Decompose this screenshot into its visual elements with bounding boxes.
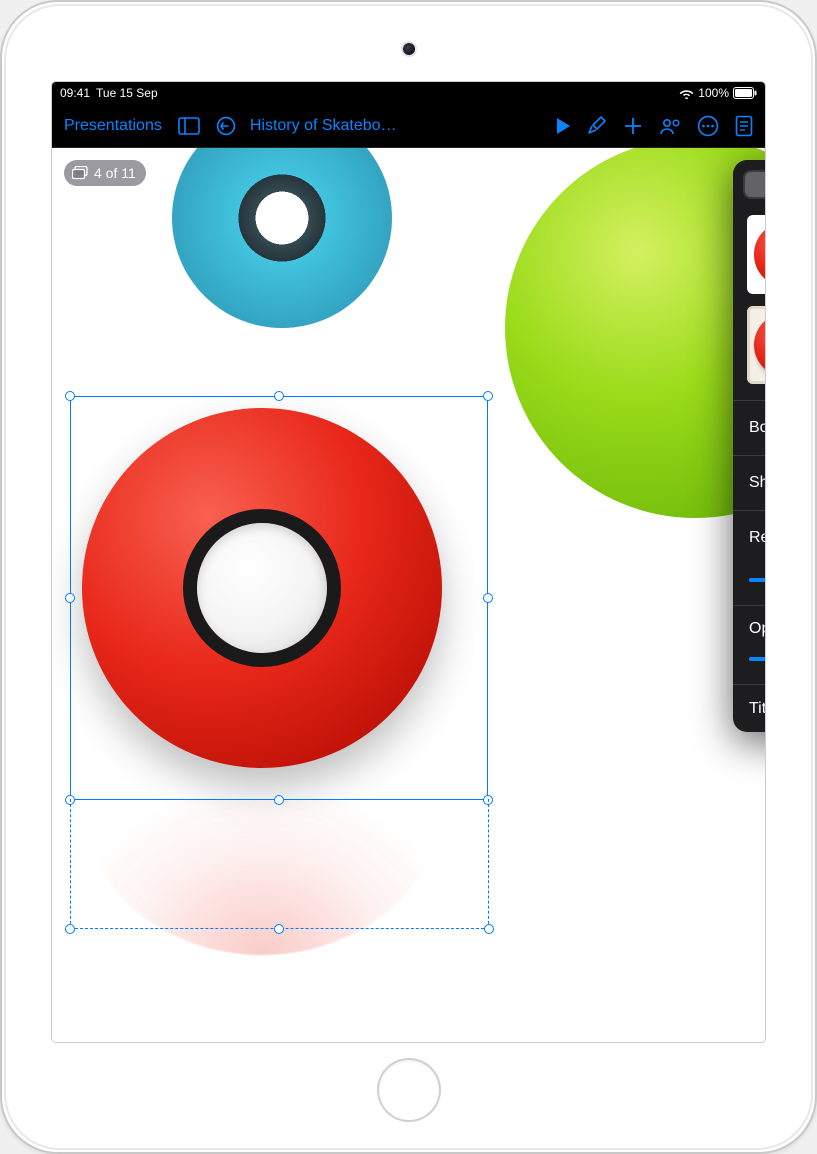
blue-wheel-image (172, 148, 392, 328)
play-button[interactable] (549, 113, 577, 139)
reflection-handle-bm[interactable] (274, 924, 284, 934)
document-title-text: History of Skatebo… (250, 117, 397, 135)
slide-canvas[interactable]: 4 of 11 Style Image Arrange (52, 148, 765, 1042)
undo-button[interactable] (210, 112, 242, 140)
format-paintbrush-button[interactable] (581, 111, 613, 141)
wifi-icon (679, 88, 694, 99)
style-preset-1[interactable] (747, 215, 765, 294)
reflection-row: Reflection (733, 510, 765, 565)
resize-handle-ml[interactable] (65, 593, 75, 603)
reflection-slider[interactable] (749, 578, 765, 582)
slide-navigator-button[interactable] (172, 113, 206, 139)
opacity-slider[interactable] (749, 657, 765, 661)
reflection-handle-br[interactable] (484, 924, 494, 934)
reflection-label: Reflection (749, 529, 765, 547)
shadow-label: Shadow (749, 474, 765, 492)
battery-percent: 100% (698, 86, 729, 100)
selection-box[interactable] (70, 396, 488, 800)
insert-button[interactable] (617, 112, 649, 140)
document-title[interactable]: History of Skatebo… (246, 117, 401, 135)
screen: 09:41 Tue 15 Sep 100% Presentations (52, 82, 765, 1042)
slides-stack-icon (72, 166, 88, 180)
opacity-slider-row: 100% (733, 644, 765, 684)
status-bar: 09:41 Tue 15 Sep 100% (52, 82, 765, 104)
slide-counter-badge[interactable]: 4 of 11 (64, 160, 146, 186)
border-row: Border (733, 400, 765, 455)
border-label: Border (749, 419, 765, 437)
back-label: Presentations (64, 117, 162, 135)
ipad-frame: 09:41 Tue 15 Sep 100% Presentations (0, 0, 817, 1154)
reflection-handle-bl[interactable] (65, 924, 75, 934)
opacity-header: Opacity (733, 605, 765, 644)
back-button[interactable]: Presentations (58, 113, 168, 139)
style-preset-grid (733, 209, 765, 400)
app-toolbar: Presentations History of Skatebo… (52, 104, 765, 148)
reflection-slider-row: 91% (733, 565, 765, 605)
tab-style[interactable]: Style (745, 172, 765, 197)
more-button[interactable] (691, 111, 725, 141)
slide-counter-text: 4 of 11 (94, 165, 136, 181)
title-caption-row[interactable]: Title and Caption (733, 684, 765, 732)
resize-handle-tl[interactable] (65, 391, 75, 401)
title-caption-label: Title and Caption (749, 700, 765, 718)
format-tabs: Style Image Arrange (743, 170, 765, 199)
home-button[interactable] (377, 1058, 441, 1122)
shadow-row: Shadow (733, 455, 765, 510)
status-date: Tue 15 Sep (96, 86, 158, 100)
reflection-bounds (70, 799, 489, 929)
resize-handle-tm[interactable] (274, 391, 284, 401)
battery-icon (733, 87, 757, 99)
resize-handle-mr[interactable] (483, 593, 493, 603)
status-time: 09:41 (60, 86, 90, 100)
presenter-notes-button[interactable] (729, 111, 759, 141)
green-wheel-image (505, 148, 765, 518)
format-popover: Style Image Arrange Border (733, 160, 765, 732)
opacity-label: Opacity (749, 620, 765, 637)
resize-handle-tr[interactable] (483, 391, 493, 401)
style-preset-4[interactable] (747, 306, 765, 385)
collaborate-button[interactable] (653, 112, 687, 140)
front-camera (403, 43, 415, 55)
